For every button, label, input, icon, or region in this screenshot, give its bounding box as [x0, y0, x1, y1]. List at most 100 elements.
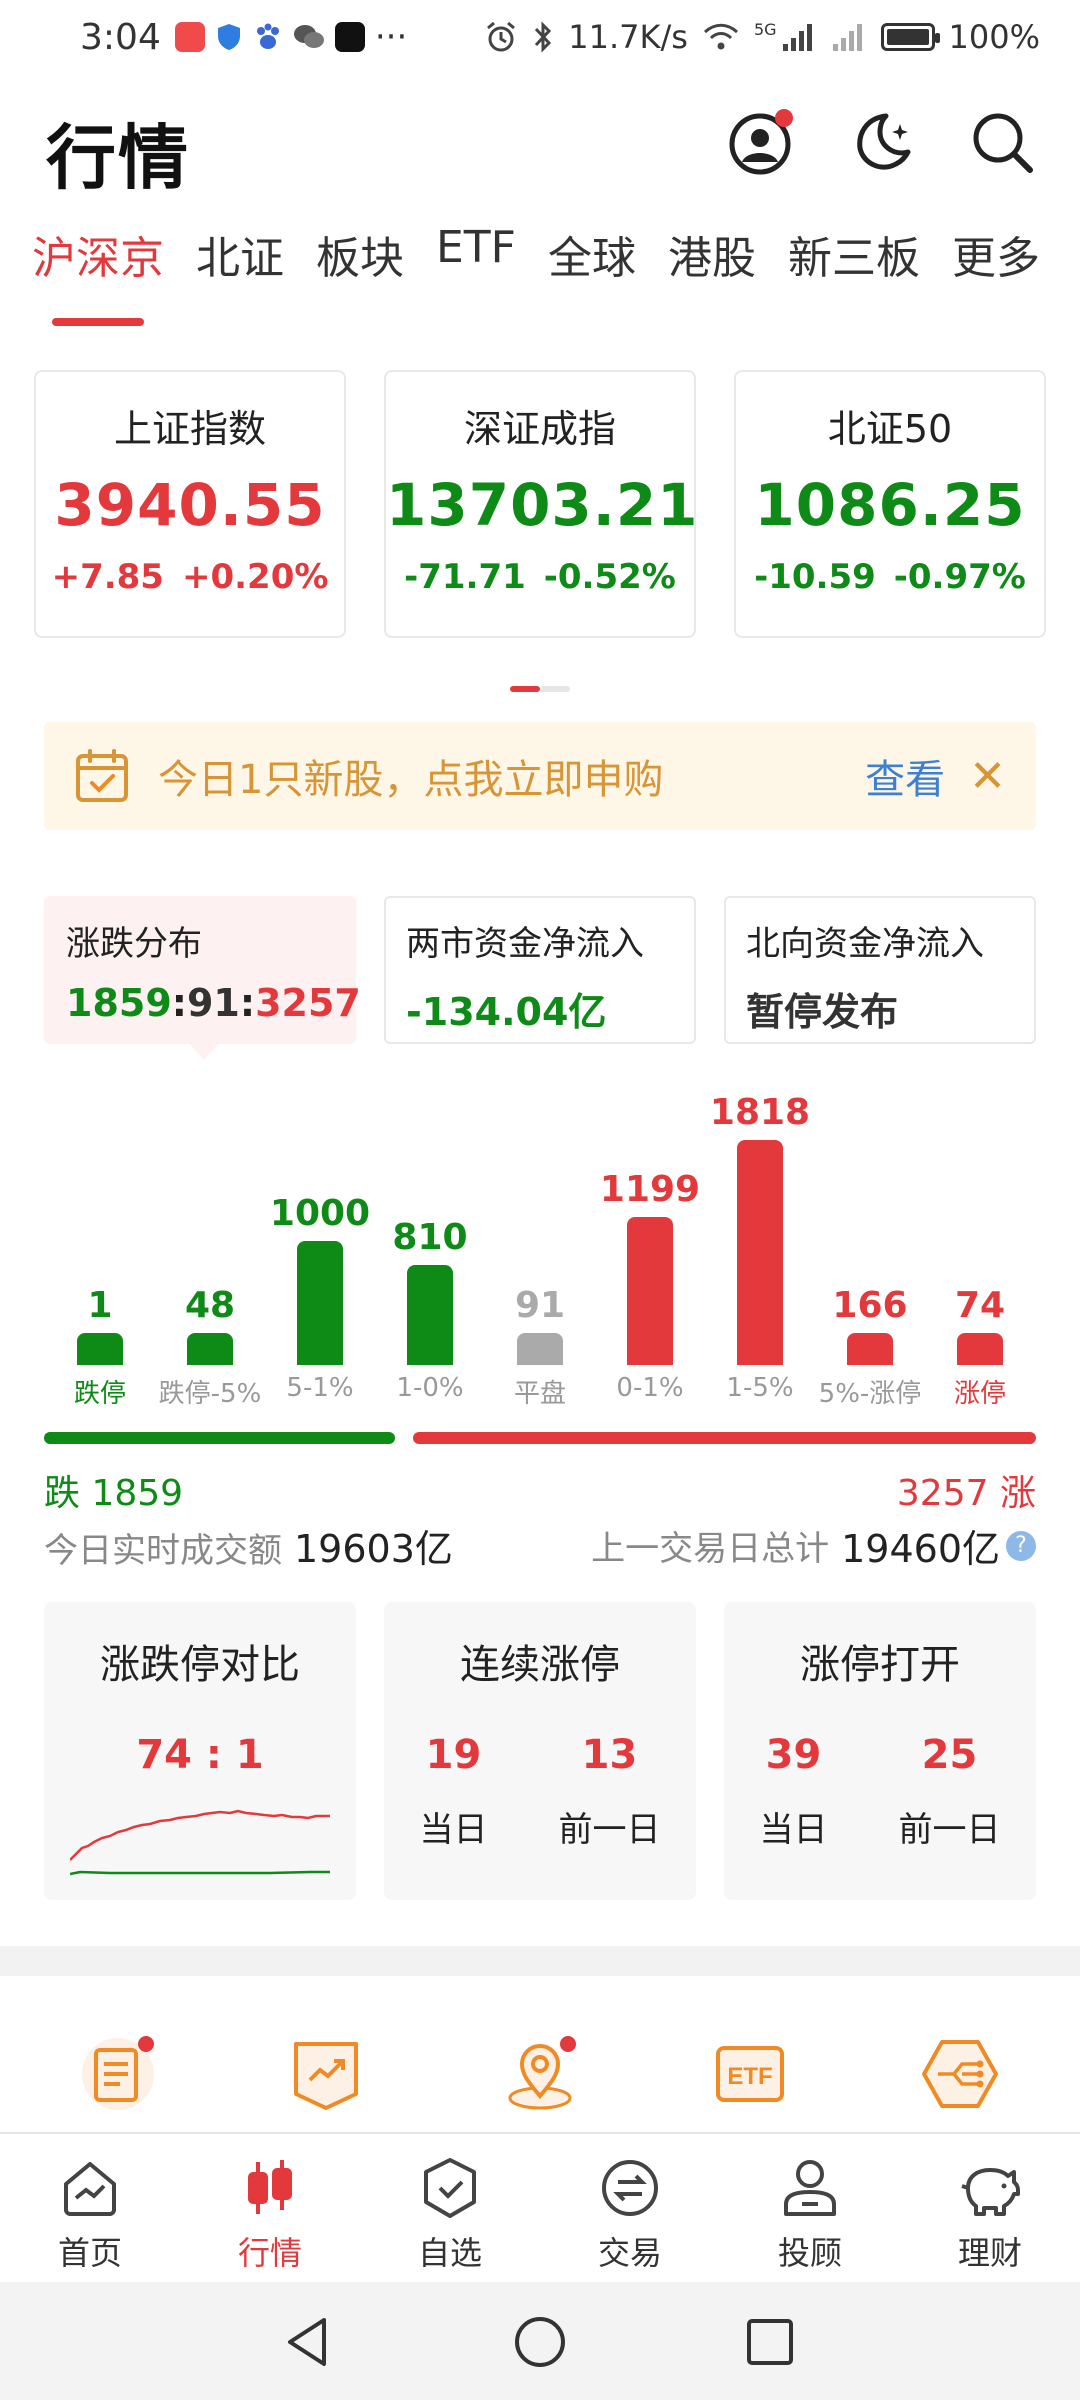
stat-card-net-inflow[interactable]: 两市资金净流入 -134.04亿: [384, 896, 696, 1044]
today-column: 39 当日: [760, 1732, 828, 1851]
search-icon[interactable]: [966, 106, 1038, 178]
status-bar: 3:04 ··· 11.7K/s 5G 100%: [0, 0, 1080, 74]
banner-text: 今日1只新股，点我立即申购: [158, 757, 664, 803]
nav-market[interactable]: 行情: [180, 2134, 360, 2282]
nav-label: 投顾: [777, 2234, 842, 2272]
card-title: 涨停打开: [800, 1642, 960, 1688]
rise-count: 3257: [896, 1473, 989, 1514]
today-turnover-value: 19603亿: [294, 1527, 453, 1571]
stat-card-distribution[interactable]: 涨跌分布 1859:91:3257: [44, 896, 361, 1060]
page-title: 行情: [46, 117, 190, 199]
distribution-bar-value: 1199: [599, 1168, 701, 1210]
prev-column: 25 前一日: [899, 1732, 1001, 1851]
back-icon[interactable]: [278, 2312, 338, 2372]
limit-cards: 涨跌停对比 74 : 1 连续涨停 19 当日 13 前一日 涨停打开 39 当日 2…: [44, 1602, 1036, 1900]
index-change-percent: -0.52%: [543, 557, 676, 597]
stat-value: 暂停发布: [746, 990, 899, 1034]
distribution-bar-value: 810: [392, 1216, 468, 1258]
index-card-shenzhen[interactable]: 深证成指 13703.21 -71.71 -0.52%: [384, 370, 698, 638]
home-circle-icon[interactable]: [510, 2312, 570, 2372]
system-navigation-bar: [0, 2282, 1080, 2400]
exchange-icon: [602, 2160, 658, 2216]
stat-label: 涨跌分布: [66, 924, 202, 964]
nav-trade[interactable]: 交易: [540, 2134, 720, 2282]
distribution-bar: [847, 1333, 893, 1365]
bluetooth-icon: [535, 21, 552, 53]
card-title: 涨跌停对比: [100, 1642, 300, 1688]
index-cards: 上证指数 3940.55 +7.85 +0.20% 深证成指 13703.21 -…: [34, 370, 1046, 638]
consecutive-limit-card[interactable]: 连续涨停 19 当日 13 前一日: [384, 1602, 696, 1900]
distribution-bar-value: 48: [184, 1285, 236, 1326]
prev-turnover-value: 19460亿: [841, 1527, 1000, 1571]
tab-hushenjing[interactable]: 沪深京: [32, 222, 164, 326]
card-title: 连续涨停: [460, 1642, 620, 1688]
video-app-icon: [334, 22, 365, 52]
index-change-percent: -0.97%: [893, 557, 1026, 597]
user-avatar-icon[interactable]: [726, 106, 798, 178]
night-mode-icon[interactable]: [846, 106, 918, 178]
network-icon[interactable]: [920, 2034, 1000, 2114]
fall-count: 1859: [91, 1473, 184, 1514]
candlestick-icon: [248, 2160, 292, 2214]
help-icon[interactable]: ?: [1006, 1530, 1036, 1561]
change-distribution-chart: 1 跌停 48 跌停-5% 1000 5-1% 810 1-0% 91 平盘 1199 0-1% 181…: [0, 1080, 1080, 1410]
index-card-shanghai[interactable]: 上证指数 3940.55 +7.85 +0.20%: [34, 370, 346, 638]
etf-icon[interactable]: ETF: [710, 2034, 790, 2114]
network-speed: 11.7K/s: [568, 18, 688, 56]
stat-label: 北向资金净流入: [746, 924, 984, 964]
tab-sectors[interactable]: 板块: [316, 222, 404, 312]
shield-icon: [217, 24, 240, 50]
index-change-points: -71.71: [404, 557, 526, 597]
distribution-bar: [737, 1140, 783, 1365]
down-count: 1859: [66, 981, 172, 1025]
piggy-bank-icon: [961, 2168, 1020, 2216]
nav-watchlist[interactable]: 自选: [360, 2134, 540, 2282]
nav-wealth[interactable]: 理财: [900, 2134, 1080, 2282]
stat-label: 两市资金净流入: [406, 924, 644, 964]
nav-advisor[interactable]: 投顾: [720, 2134, 900, 2282]
turnover-summary: 今日实时成交额 19603亿 上一交易日总计 19460亿?: [44, 1518, 1036, 1574]
news-icon[interactable]: [78, 2034, 158, 2114]
distribution-bar: [957, 1333, 1003, 1365]
close-icon[interactable]: ✕: [969, 751, 1006, 802]
today-column: 19 当日: [420, 1732, 488, 1851]
tab-etf[interactable]: ETF: [436, 222, 516, 312]
index-value: 1086.25: [754, 471, 1026, 539]
distribution-bar-value: 166: [832, 1285, 908, 1326]
tab-neeq[interactable]: 新三板: [788, 222, 920, 312]
network-type: 5G: [753, 19, 777, 39]
index-card-bz50[interactable]: 北证50 1086.25 -10.59 -0.97%: [734, 370, 1046, 638]
banner-view-link[interactable]: 查看: [865, 747, 945, 805]
prev-count: 25: [921, 1732, 978, 1778]
stat-card-northbound[interactable]: 北向资金净流入 暂停发布: [724, 896, 1036, 1044]
tab-more[interactable]: 更多: [952, 222, 1040, 312]
system-status: 11.7K/s 5G 100%: [484, 18, 1040, 56]
carousel-dot-active: [510, 686, 540, 692]
distribution-bar: [77, 1333, 123, 1365]
index-change-points: +7.85: [51, 557, 164, 597]
bottom-navigation: 首页 行情 自选 交易 投顾 理财: [0, 2132, 1080, 2282]
distribution-bar: [187, 1333, 233, 1365]
location-icon[interactable]: [500, 2034, 580, 2114]
ipo-banner[interactable]: 今日1只新股，点我立即申购 查看 ✕: [44, 722, 1036, 830]
tab-hk-stocks[interactable]: 港股: [668, 222, 756, 312]
trend-board-icon[interactable]: [286, 2034, 366, 2114]
tab-beizheng[interactable]: 北证: [196, 222, 284, 312]
nav-home[interactable]: 首页: [0, 2134, 180, 2282]
market-stats: 涨跌分布 1859:91:3257 两市资金净流入 -134.04亿 北向资金净…: [44, 896, 1036, 1060]
etf-icon-text: ETF: [727, 2063, 772, 2090]
tab-global[interactable]: 全球: [548, 222, 636, 312]
prev-turnover: 上一交易日总计 19460亿?: [591, 1518, 1036, 1573]
today-count: 39: [765, 1732, 822, 1778]
limit-open-card[interactable]: 涨停打开 39 当日 25 前一日: [724, 1602, 1036, 1900]
recent-apps-icon[interactable]: [740, 2312, 800, 2372]
index-name: 北证50: [827, 407, 953, 451]
fall-ratio-bar: [44, 1432, 395, 1444]
separator: :: [239, 981, 256, 1025]
rise-ratio-bar: [413, 1432, 1036, 1444]
limit-compare-card[interactable]: 涨跌停对比 74 : 1: [44, 1602, 356, 1900]
section-divider: [0, 1946, 1080, 1976]
today-turnover-label: 今日实时成交额: [44, 1531, 282, 1571]
today-turnover: 今日实时成交额 19603亿: [44, 1518, 453, 1573]
carousel-indicator: [510, 686, 570, 692]
